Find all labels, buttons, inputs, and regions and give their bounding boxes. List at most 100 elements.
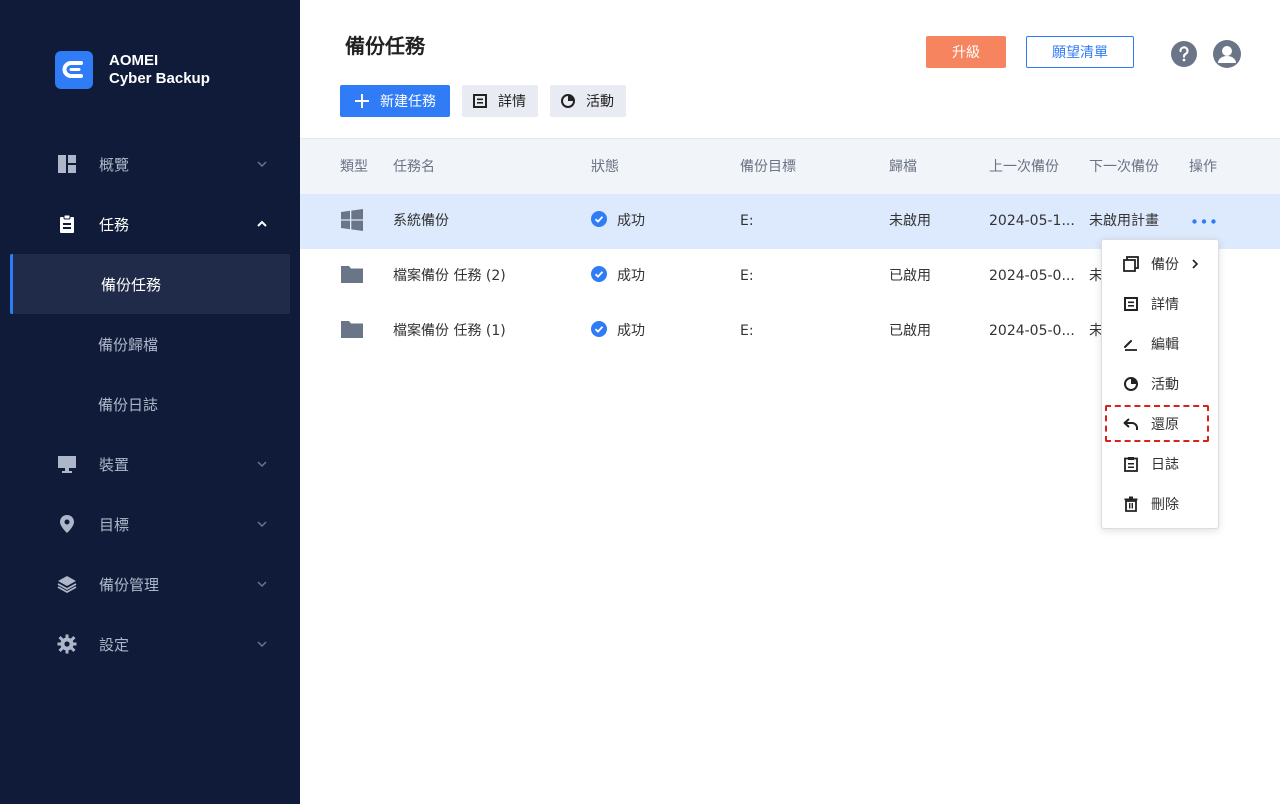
monitor-icon <box>57 454 77 474</box>
dashboard-icon <box>57 154 77 174</box>
task-name[interactable]: 檔案備份 任務 (2) <box>393 249 506 304</box>
sidebar-item-label: 設定 <box>99 635 130 654</box>
sidebar-item-label: 概覽 <box>99 155 130 174</box>
sidebar-subitem-backup-tasks[interactable]: 備份任務 <box>10 254 290 314</box>
status-text: 成功 <box>617 268 645 284</box>
new-task-button[interactable]: 新建任務 <box>340 85 450 117</box>
menu-item-label: 活動 <box>1151 377 1179 393</box>
new-task-label: 新建任務 <box>380 93 436 109</box>
last-backup-cell: 2024-05-0... <box>989 268 1075 284</box>
trash-icon <box>1123 496 1139 512</box>
chevron-down-icon <box>257 461 267 468</box>
location-pin-icon <box>57 514 77 534</box>
target-cell: E: <box>740 268 754 284</box>
sidebar-item-tasks[interactable]: 任務 <box>0 194 300 254</box>
sidebar-item-label: 任務 <box>99 215 130 234</box>
menu-item-label: 備份 <box>1151 257 1179 273</box>
menu-item-label: 日誌 <box>1151 457 1179 473</box>
table-header: 類型 任務名 狀態 備份目標 歸檔 上一次備份 下一次備份 操作 <box>300 138 1280 194</box>
check-circle-icon <box>591 321 607 337</box>
layers-icon <box>57 574 77 594</box>
upgrade-button[interactable]: 升級 <box>926 36 1006 68</box>
brand-name-line2: Cyber Backup <box>109 70 210 87</box>
details-icon <box>1123 296 1139 312</box>
menu-item-details[interactable]: 詳情 <box>1102 289 1218 319</box>
brand-name-line1: AOMEI <box>109 52 159 69</box>
last-backup-cell: 2024-05-0... <box>989 323 1075 339</box>
activity-label: 活動 <box>586 93 614 109</box>
sidebar-item-label: 備份管理 <box>99 575 160 594</box>
pie-chart-icon <box>1123 376 1139 392</box>
menu-item-logs[interactable]: 日誌 <box>1102 449 1218 479</box>
column-header-last-backup[interactable]: 上一次備份 <box>989 139 1059 195</box>
menu-item-label: 刪除 <box>1151 497 1179 513</box>
sidebar-item-overview[interactable]: 概覽 <box>0 134 300 194</box>
column-header-actions: 操作 <box>1189 159 1217 175</box>
menu-item-backup[interactable]: 備份 <box>1102 249 1218 279</box>
log-icon <box>1123 456 1139 472</box>
archive-cell: 已啟用 <box>889 268 931 284</box>
wishlist-button[interactable]: 願望清單 <box>1026 36 1134 68</box>
status-text: 成功 <box>617 213 645 229</box>
column-header-archive[interactable]: 歸檔 <box>889 139 917 195</box>
folder-icon <box>341 319 363 343</box>
clipboard-icon <box>57 214 77 234</box>
sidebar-item-targets[interactable]: 目標 <box>0 494 300 554</box>
column-header-next-backup[interactable]: 下一次備份 <box>1089 139 1159 195</box>
sidebar-item-label: 目標 <box>99 515 130 534</box>
status-cell: 成功 <box>591 249 645 304</box>
toolbar: 新建任務 詳情 活動 <box>340 85 638 117</box>
menu-item-label: 還原 <box>1151 417 1179 433</box>
column-header-status[interactable]: 狀態 <box>591 139 619 195</box>
details-label: 詳情 <box>498 93 526 109</box>
chevron-down-icon <box>257 581 267 588</box>
chevron-up-icon <box>257 220 267 227</box>
status-cell: 成功 <box>591 194 645 249</box>
more-actions-icon[interactable] <box>1192 219 1216 224</box>
menu-item-restore[interactable]: 還原 <box>1102 409 1218 439</box>
brand[interactable]: AOMEI Cyber Backup <box>55 51 210 89</box>
plus-icon <box>354 93 370 109</box>
column-header-type[interactable]: 類型 <box>340 139 368 195</box>
check-circle-icon <box>591 266 607 282</box>
sidebar-subitem-backup-archive[interactable]: 備份歸檔 <box>0 314 300 374</box>
task-name[interactable]: 檔案備份 任務 (1) <box>393 304 506 359</box>
help-icon[interactable] <box>1171 41 1197 67</box>
menu-item-activity[interactable]: 活動 <box>1102 369 1218 399</box>
folder-icon <box>341 264 363 288</box>
sidebar-item-backup-management[interactable]: 備份管理 <box>0 554 300 614</box>
chevron-down-icon <box>257 161 267 168</box>
details-button[interactable]: 詳情 <box>462 85 538 117</box>
gear-icon <box>57 634 77 654</box>
sidebar-item-label: 裝置 <box>99 455 130 474</box>
sidebar-item-devices[interactable]: 裝置 <box>0 434 300 494</box>
status-cell: 成功 <box>591 304 645 359</box>
column-header-target[interactable]: 備份目標 <box>740 139 796 195</box>
last-backup-cell: 2024-05-1... <box>989 213 1075 229</box>
sidebar-item-settings[interactable]: 設定 <box>0 614 300 674</box>
archive-cell: 已啟用 <box>889 323 931 339</box>
archive-cell: 未啟用 <box>889 213 931 229</box>
chevron-down-icon <box>257 641 267 648</box>
copy-icon <box>1123 256 1139 272</box>
menu-item-edit[interactable]: 編輯 <box>1102 329 1218 359</box>
cyber-backup-logo-icon <box>55 51 93 89</box>
menu-item-delete[interactable]: 刪除 <box>1102 489 1218 519</box>
chevron-down-icon <box>257 521 267 528</box>
user-avatar-icon[interactable] <box>1213 40 1241 68</box>
details-icon <box>472 93 488 109</box>
check-circle-icon <box>591 211 607 227</box>
chevron-right-icon <box>1192 259 1199 269</box>
page-title: 備份任務 <box>345 34 425 58</box>
activity-button[interactable]: 活動 <box>550 85 626 117</box>
target-cell: E: <box>740 213 754 229</box>
task-name[interactable]: 系統備份 <box>393 194 449 249</box>
menu-item-label: 編輯 <box>1151 337 1179 353</box>
edit-icon <box>1123 336 1139 352</box>
windows-icon <box>341 209 363 235</box>
sidebar-subitem-backup-logs[interactable]: 備份日誌 <box>0 374 300 434</box>
column-header-name[interactable]: 任務名 <box>393 139 435 195</box>
menu-item-label: 詳情 <box>1151 297 1179 313</box>
pie-chart-icon <box>560 93 576 109</box>
sidebar-nav: 概覽 任務 備份任務 備份歸檔 備份日誌 裝置 目標 備份管理 設定 <box>0 134 300 674</box>
